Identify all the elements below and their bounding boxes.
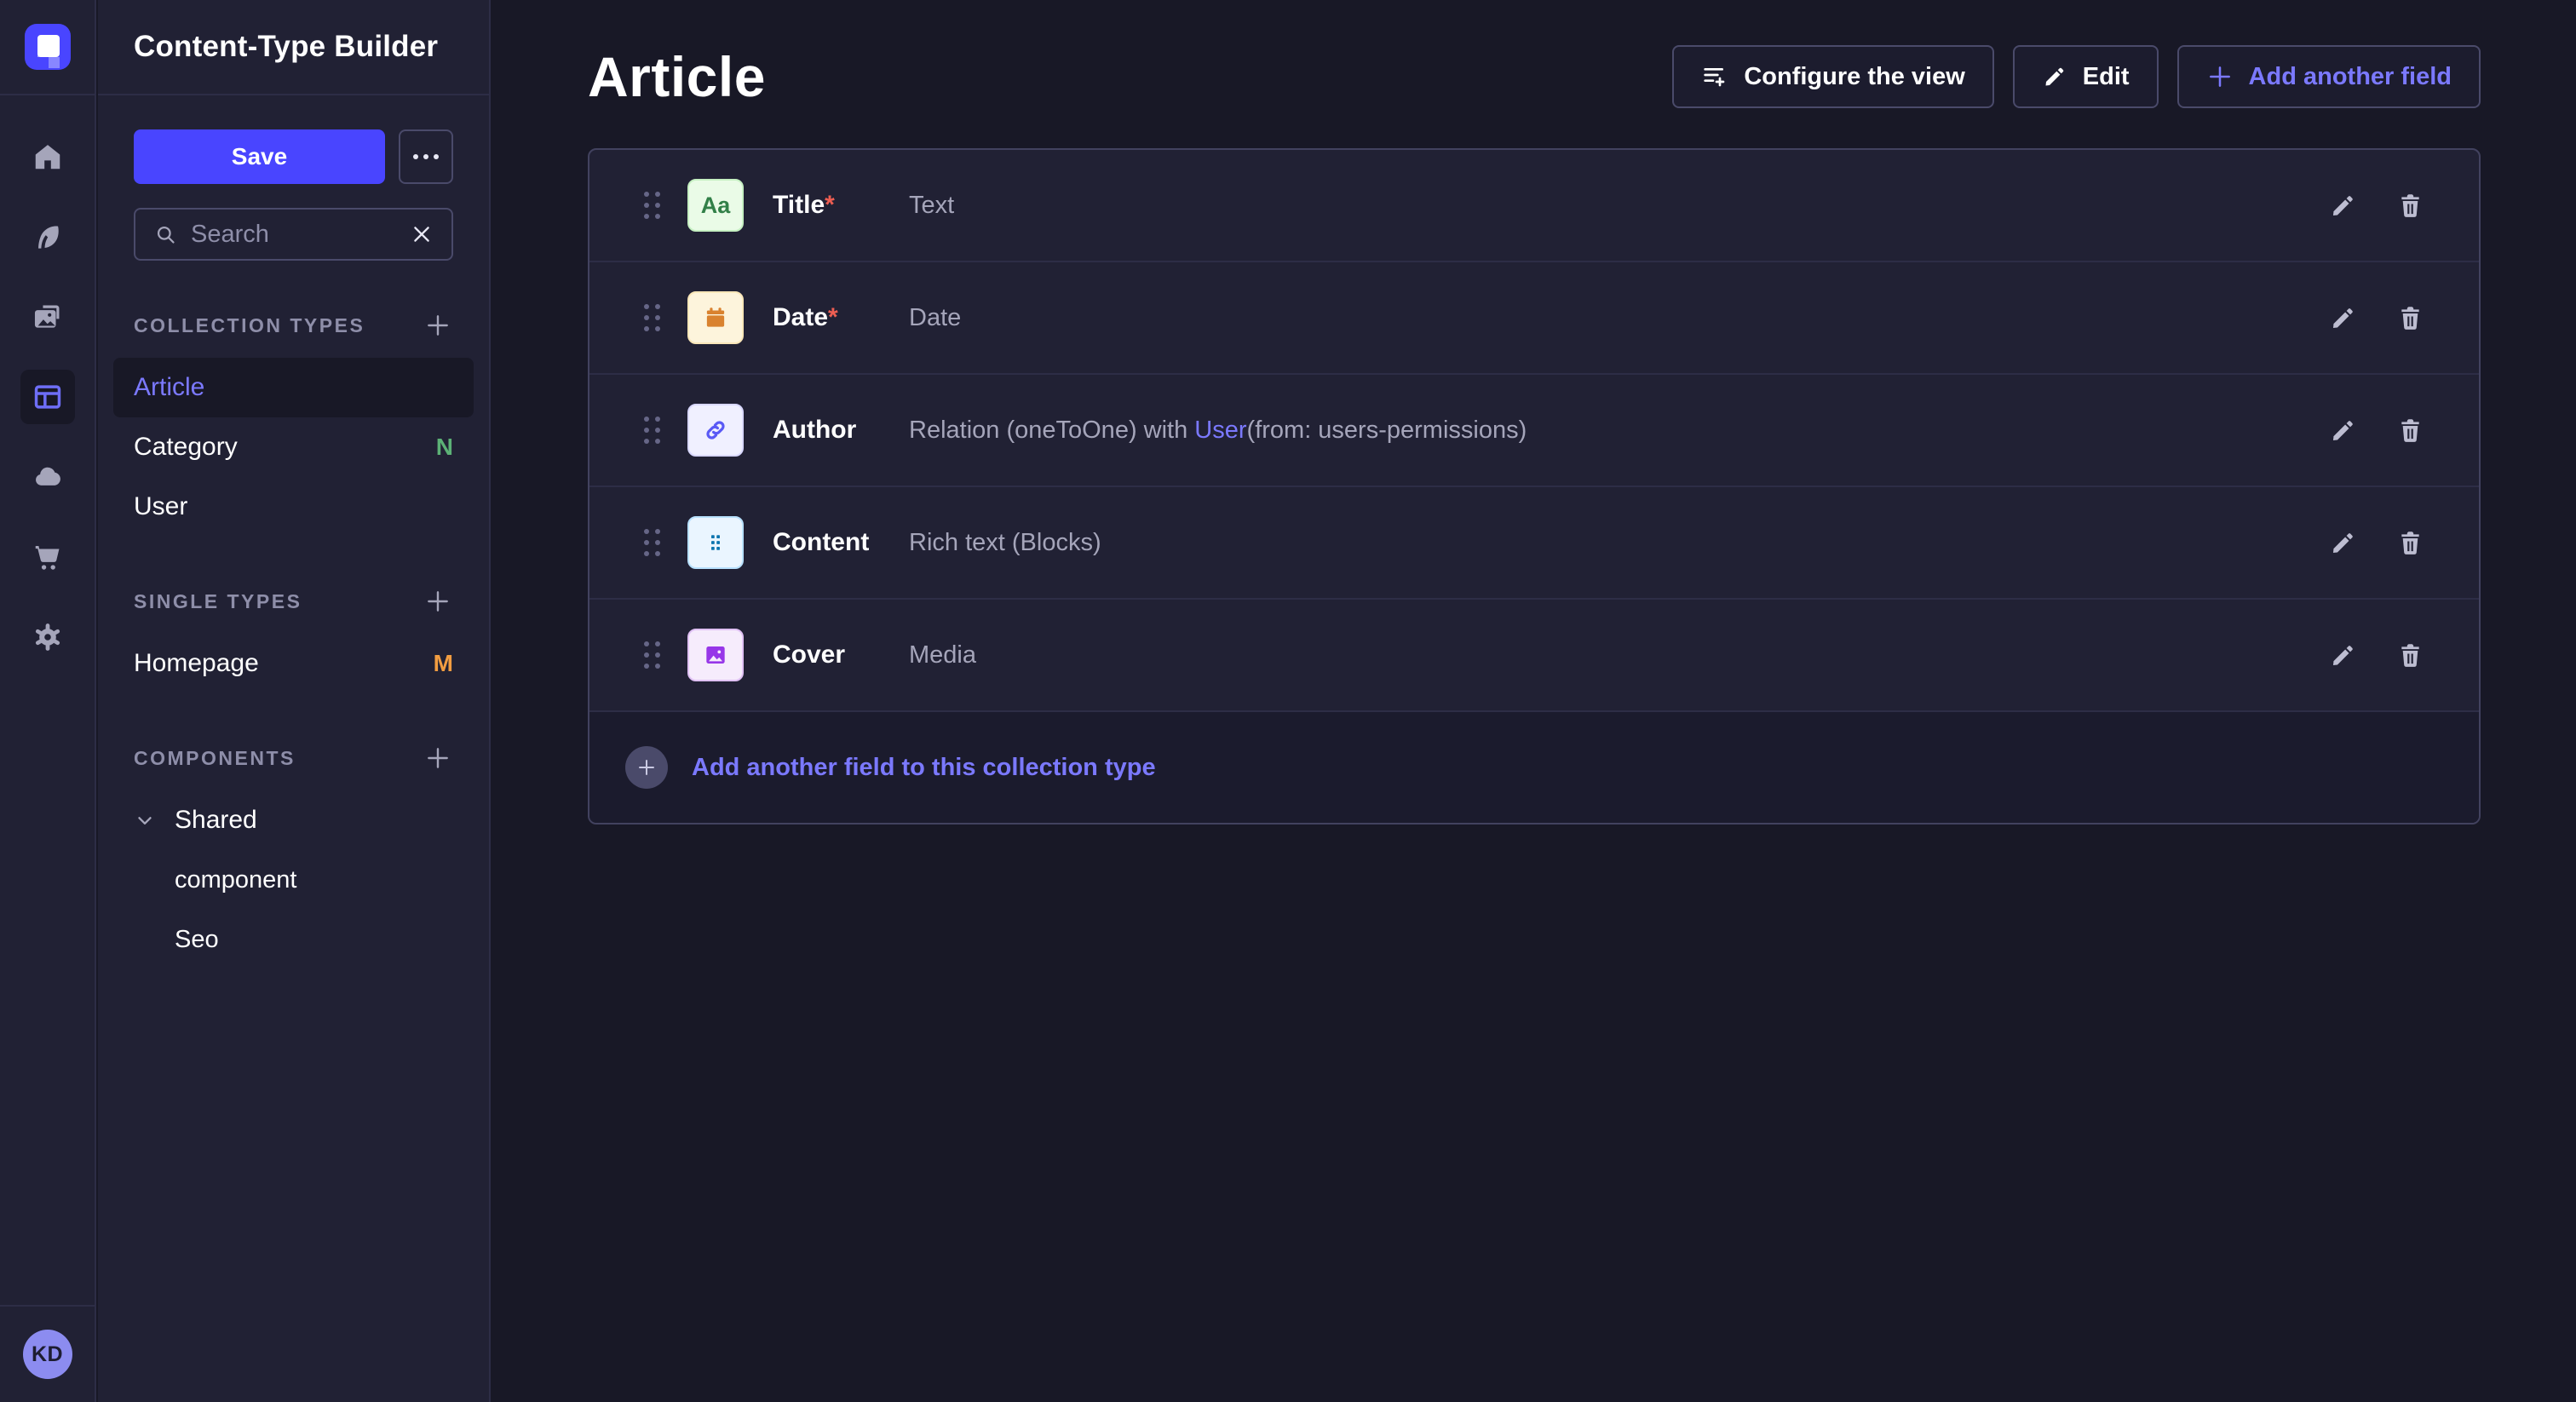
field-row-content: Content Rich text (Blocks) — [589, 487, 2479, 600]
chevron-down-icon — [134, 809, 156, 831]
sidebar-body: Save COLLECTION TYPES Article Category — [98, 95, 489, 1003]
relation-target-link[interactable]: User — [1194, 417, 1246, 444]
edit-field-icon[interactable] — [2329, 304, 2357, 332]
field-row-author: Author Relation (oneToOne) with User(fro… — [589, 375, 2479, 487]
text-field-icon: Aa — [687, 179, 744, 232]
home-icon[interactable] — [31, 140, 65, 174]
sidebar-item-homepage[interactable]: Homepage M — [113, 634, 474, 693]
date-field-icon — [687, 291, 744, 344]
search-input[interactable] — [191, 221, 397, 249]
rich-text-blocks-field-icon — [687, 516, 744, 569]
add-collection-type-button[interactable] — [423, 310, 453, 341]
status-badge-modified: M — [434, 650, 453, 677]
required-mark: * — [828, 303, 838, 331]
field-row-date: Date* Date — [589, 262, 2479, 375]
add-field-footer[interactable]: Add another field to this collection typ… — [589, 712, 2479, 823]
page-title: Article — [588, 44, 766, 109]
user-avatar[interactable]: KD — [23, 1330, 72, 1379]
clear-search-icon[interactable] — [411, 223, 433, 245]
sidebar-title: Content-Type Builder — [134, 30, 438, 64]
save-button[interactable]: Save — [134, 129, 385, 184]
configure-view-button[interactable]: Configure the view — [1672, 45, 1993, 108]
drag-handle-icon[interactable] — [644, 304, 660, 331]
drag-handle-icon[interactable] — [644, 192, 660, 219]
media-field-icon — [687, 629, 744, 681]
strapi-logo[interactable] — [25, 24, 71, 70]
relation-field-icon — [687, 404, 744, 457]
delete-field-icon[interactable] — [2396, 192, 2424, 220]
sidebar-item-article[interactable]: Article — [113, 358, 474, 417]
field-row-title: Aa Title* Text — [589, 150, 2479, 262]
rail-footer: KD — [0, 1305, 95, 1402]
section-label: SINGLE TYPES — [134, 590, 302, 613]
section-components: COMPONENTS Shared component Seo — [134, 743, 453, 969]
search-icon — [154, 223, 177, 246]
add-another-field-button[interactable]: Add another field — [2177, 45, 2481, 108]
media-library-icon[interactable] — [31, 300, 65, 334]
section-label: COMPONENTS — [134, 747, 296, 770]
pencil-icon — [2042, 64, 2067, 89]
section-label: COLLECTION TYPES — [134, 314, 365, 337]
sidebar-item-seo[interactable]: Seo — [134, 910, 453, 969]
add-field-link[interactable]: Add another field to this collection typ… — [692, 754, 1156, 782]
sidebar-item-category[interactable]: Category N — [113, 417, 474, 477]
main-content: Article Configure the view Edit Add anot… — [492, 0, 2576, 1402]
icon-rail: KD — [0, 0, 96, 1402]
edit-field-icon[interactable] — [2329, 529, 2357, 557]
edit-field-icon[interactable] — [2329, 417, 2357, 445]
sidebar-item-component[interactable]: component — [134, 850, 453, 910]
status-badge-new: N — [436, 434, 453, 461]
content-manager-feather-icon[interactable] — [31, 220, 65, 254]
add-single-type-button[interactable] — [423, 586, 453, 617]
plus-icon — [2206, 63, 2234, 90]
cloud-icon[interactable] — [31, 460, 65, 494]
more-options-button[interactable] — [399, 129, 453, 184]
rail-header — [0, 0, 95, 95]
section-collection-types: COLLECTION TYPES Article Category N User — [134, 310, 453, 537]
sidebar-item-user[interactable]: User — [113, 477, 474, 537]
fields-table: Aa Title* Text Date* Date — [588, 148, 2481, 825]
delete-field-icon[interactable] — [2396, 417, 2424, 445]
component-group-shared[interactable]: Shared — [134, 790, 453, 850]
edit-field-icon[interactable] — [2329, 192, 2357, 220]
drag-handle-icon[interactable] — [644, 417, 660, 444]
sidebar-header: Content-Type Builder — [98, 0, 489, 95]
rail-nav — [0, 95, 95, 1305]
delete-field-icon[interactable] — [2396, 529, 2424, 557]
ctb-sidebar: Content-Type Builder Save COLLECTION TYP… — [98, 0, 491, 1402]
add-component-button[interactable] — [423, 743, 453, 773]
required-mark: * — [825, 191, 835, 219]
marketplace-cart-icon[interactable] — [31, 540, 65, 574]
drag-handle-icon[interactable] — [644, 529, 660, 556]
section-single-types: SINGLE TYPES Homepage M — [134, 586, 453, 693]
settings-gear-icon[interactable] — [31, 620, 65, 654]
configure-list-icon — [1701, 63, 1728, 90]
delete-field-icon[interactable] — [2396, 641, 2424, 669]
delete-field-icon[interactable] — [2396, 304, 2424, 332]
content-type-builder-icon[interactable] — [20, 370, 75, 424]
edit-button[interactable]: Edit — [2013, 45, 2159, 108]
edit-field-icon[interactable] — [2329, 641, 2357, 669]
plus-circle-icon — [625, 746, 668, 789]
drag-handle-icon[interactable] — [644, 641, 660, 669]
search-box[interactable] — [134, 208, 453, 261]
field-row-cover: Cover Media — [589, 600, 2479, 712]
